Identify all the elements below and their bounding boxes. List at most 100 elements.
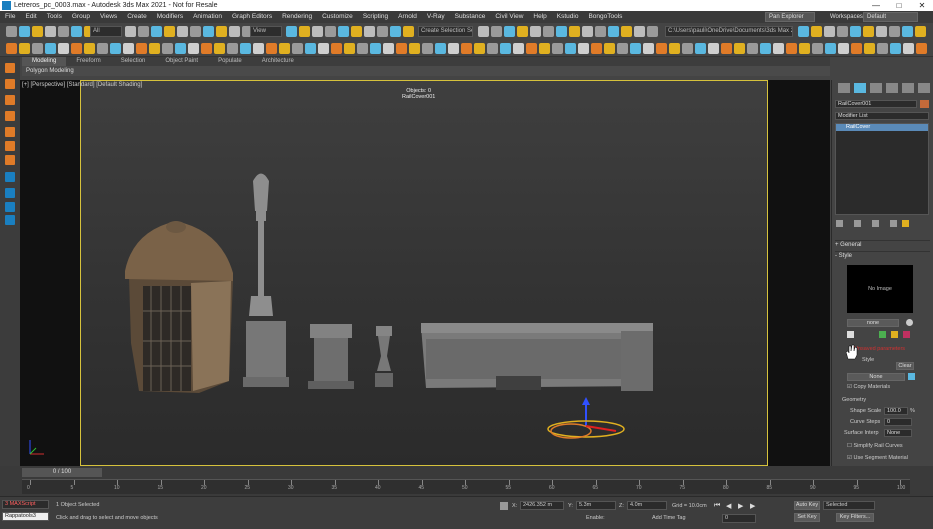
auto-key-button[interactable]: Auto Key bbox=[794, 501, 820, 510]
main-tool-51-icon[interactable] bbox=[915, 26, 926, 37]
main-tool-14-icon[interactable] bbox=[203, 26, 214, 37]
object-name-field[interactable]: RailCover001 bbox=[835, 100, 917, 108]
main-tool-1-icon[interactable] bbox=[6, 26, 17, 37]
secondary-tool-5-icon[interactable] bbox=[58, 43, 69, 54]
next-frame-icon[interactable]: ▶ bbox=[750, 502, 755, 510]
main-tool-35-icon[interactable] bbox=[569, 26, 580, 37]
isolate-toggle[interactable]: Enable: bbox=[586, 515, 605, 521]
secondary-tool-38-icon[interactable] bbox=[487, 43, 498, 54]
menu-item-file[interactable]: File bbox=[0, 11, 20, 23]
track-bar[interactable]: 0 5 10 15 20 25 30 35 40 45 50 55 60 65 70 75 80 85 90 95 10… bbox=[22, 479, 910, 494]
menu-item-edit[interactable]: Edit bbox=[20, 11, 41, 23]
ribbon-tab-modeling[interactable]: Modeling bbox=[22, 57, 67, 66]
secondary-tool-7-icon[interactable] bbox=[84, 43, 95, 54]
secondary-tool-68-icon[interactable] bbox=[877, 43, 888, 54]
secondary-tool-70-icon[interactable] bbox=[903, 43, 914, 54]
main-tool-28-icon[interactable] bbox=[478, 26, 489, 37]
secondary-tool-32-icon[interactable] bbox=[409, 43, 420, 54]
secondary-tool-53-icon[interactable] bbox=[682, 43, 693, 54]
layers-icon[interactable] bbox=[5, 202, 15, 212]
menu-item-civil-view[interactable]: Civil View bbox=[490, 11, 528, 23]
main-tool-48-icon[interactable] bbox=[876, 26, 887, 37]
secondary-tool-49-icon[interactable] bbox=[630, 43, 641, 54]
secondary-tool-56-icon[interactable] bbox=[721, 43, 732, 54]
rail-cover-model[interactable] bbox=[421, 323, 653, 391]
modifier-list-dropdown[interactable]: Modifier List bbox=[835, 112, 929, 120]
main-tool-12-icon[interactable] bbox=[177, 26, 188, 37]
list-blue-icon[interactable] bbox=[5, 215, 15, 225]
secondary-tool-21-icon[interactable] bbox=[266, 43, 277, 54]
secondary-tool-67-icon[interactable] bbox=[864, 43, 875, 54]
secondary-tool-9-icon[interactable] bbox=[110, 43, 121, 54]
secondary-tool-30-icon[interactable] bbox=[383, 43, 394, 54]
secondary-tool-58-icon[interactable] bbox=[747, 43, 758, 54]
secondary-tool-65-icon[interactable] bbox=[838, 43, 849, 54]
viewport-label[interactable]: [+] [Perspective] [Standard] [Default Sh… bbox=[22, 82, 142, 88]
ribbon-tab-architecture[interactable]: Architecture bbox=[252, 57, 304, 66]
pin-icon[interactable] bbox=[5, 188, 15, 198]
minimize-button[interactable]: — bbox=[865, 0, 887, 11]
menu-item-arnold[interactable]: Arnold bbox=[393, 11, 422, 23]
lock-selection-icon[interactable] bbox=[500, 502, 508, 510]
main-tool-9-icon[interactable] bbox=[138, 26, 149, 37]
secondary-tool-62-icon[interactable] bbox=[799, 43, 810, 54]
key-filters-button[interactable]: Key Filters... bbox=[836, 513, 874, 522]
f2-icon[interactable] bbox=[5, 95, 15, 105]
lamp-post-model[interactable] bbox=[243, 173, 289, 388]
display-tab-icon[interactable] bbox=[902, 83, 914, 93]
y-coordinate[interactable]: 5.3m bbox=[576, 501, 616, 510]
main-tool-43-icon[interactable] bbox=[811, 26, 822, 37]
secondary-tool-11-icon[interactable] bbox=[136, 43, 147, 54]
menu-item-kstudio[interactable]: Kstudio bbox=[552, 11, 584, 23]
secondary-tool-16-icon[interactable] bbox=[201, 43, 212, 54]
hierarchy-tab-icon[interactable] bbox=[870, 83, 882, 93]
add-style-icon[interactable] bbox=[879, 331, 886, 338]
configure-sets-icon[interactable] bbox=[902, 220, 909, 227]
modifier-stack[interactable]: RailCover bbox=[835, 123, 929, 215]
main-tool-46-icon[interactable] bbox=[850, 26, 861, 37]
main-tool-36-icon[interactable] bbox=[582, 26, 593, 37]
secondary-tool-46-icon[interactable] bbox=[591, 43, 602, 54]
secondary-tool-33-icon[interactable] bbox=[422, 43, 433, 54]
main-tool-30-icon[interactable] bbox=[504, 26, 515, 37]
secondary-tool-66-icon[interactable] bbox=[851, 43, 862, 54]
main-tool-4-icon[interactable] bbox=[45, 26, 56, 37]
menu-item-customize[interactable]: Customize bbox=[317, 11, 358, 23]
workspace-dropdown[interactable]: Default bbox=[863, 12, 918, 22]
project-path-field[interactable]: C:\Users\pauli\OneDrive\Documents\3ds Ma… bbox=[665, 26, 793, 37]
close-button[interactable]: ✕ bbox=[911, 0, 933, 11]
secondary-tool-14-icon[interactable] bbox=[175, 43, 186, 54]
modify-tab-icon[interactable] bbox=[854, 83, 866, 93]
current-frame-field[interactable]: 0 bbox=[722, 514, 756, 523]
use-segment-material-checkbox[interactable]: ☑ Use Segment Material bbox=[847, 455, 908, 461]
style-name-button[interactable]: none bbox=[847, 319, 899, 327]
copy-materials-checkbox[interactable]: ☑ Copy Materials bbox=[847, 384, 890, 390]
main-tool-41-icon[interactable] bbox=[647, 26, 658, 37]
goto-start-icon[interactable]: ⏮ bbox=[714, 502, 720, 510]
menu-item-views[interactable]: Views bbox=[95, 11, 122, 23]
secondary-tool-8-icon[interactable] bbox=[97, 43, 108, 54]
curve-steps-input[interactable]: 0 bbox=[884, 418, 912, 426]
secondary-tool-28-icon[interactable] bbox=[357, 43, 368, 54]
main-tool-23-icon[interactable] bbox=[351, 26, 362, 37]
folder-icon[interactable] bbox=[891, 331, 898, 338]
prev-frame-icon[interactable]: ◀ bbox=[726, 502, 731, 510]
secondary-tool-25-icon[interactable] bbox=[318, 43, 329, 54]
secondary-tool-35-icon[interactable] bbox=[448, 43, 459, 54]
selection-set-dropdown[interactable]: Create Selection Se bbox=[418, 26, 473, 37]
secondary-tool-55-icon[interactable] bbox=[708, 43, 719, 54]
secondary-tool-54-icon[interactable] bbox=[695, 43, 706, 54]
secondary-tool-15-icon[interactable] bbox=[188, 43, 199, 54]
f3-icon[interactable] bbox=[5, 111, 15, 121]
secondary-tool-10-icon[interactable] bbox=[123, 43, 134, 54]
secondary-tool-17-icon[interactable] bbox=[214, 43, 225, 54]
secondary-tool-63-icon[interactable] bbox=[812, 43, 823, 54]
rollout-style[interactable]: - Style bbox=[835, 251, 930, 259]
menu-item-modifiers[interactable]: Modifiers bbox=[152, 11, 188, 23]
main-tool-40-icon[interactable] bbox=[634, 26, 645, 37]
secondary-tool-43-icon[interactable] bbox=[552, 43, 563, 54]
main-tool-25-icon[interactable] bbox=[377, 26, 388, 37]
move-gizmo[interactable] bbox=[547, 397, 625, 439]
main-tool-2-icon[interactable] bbox=[19, 26, 30, 37]
menu-item-help[interactable]: Help bbox=[528, 11, 551, 23]
